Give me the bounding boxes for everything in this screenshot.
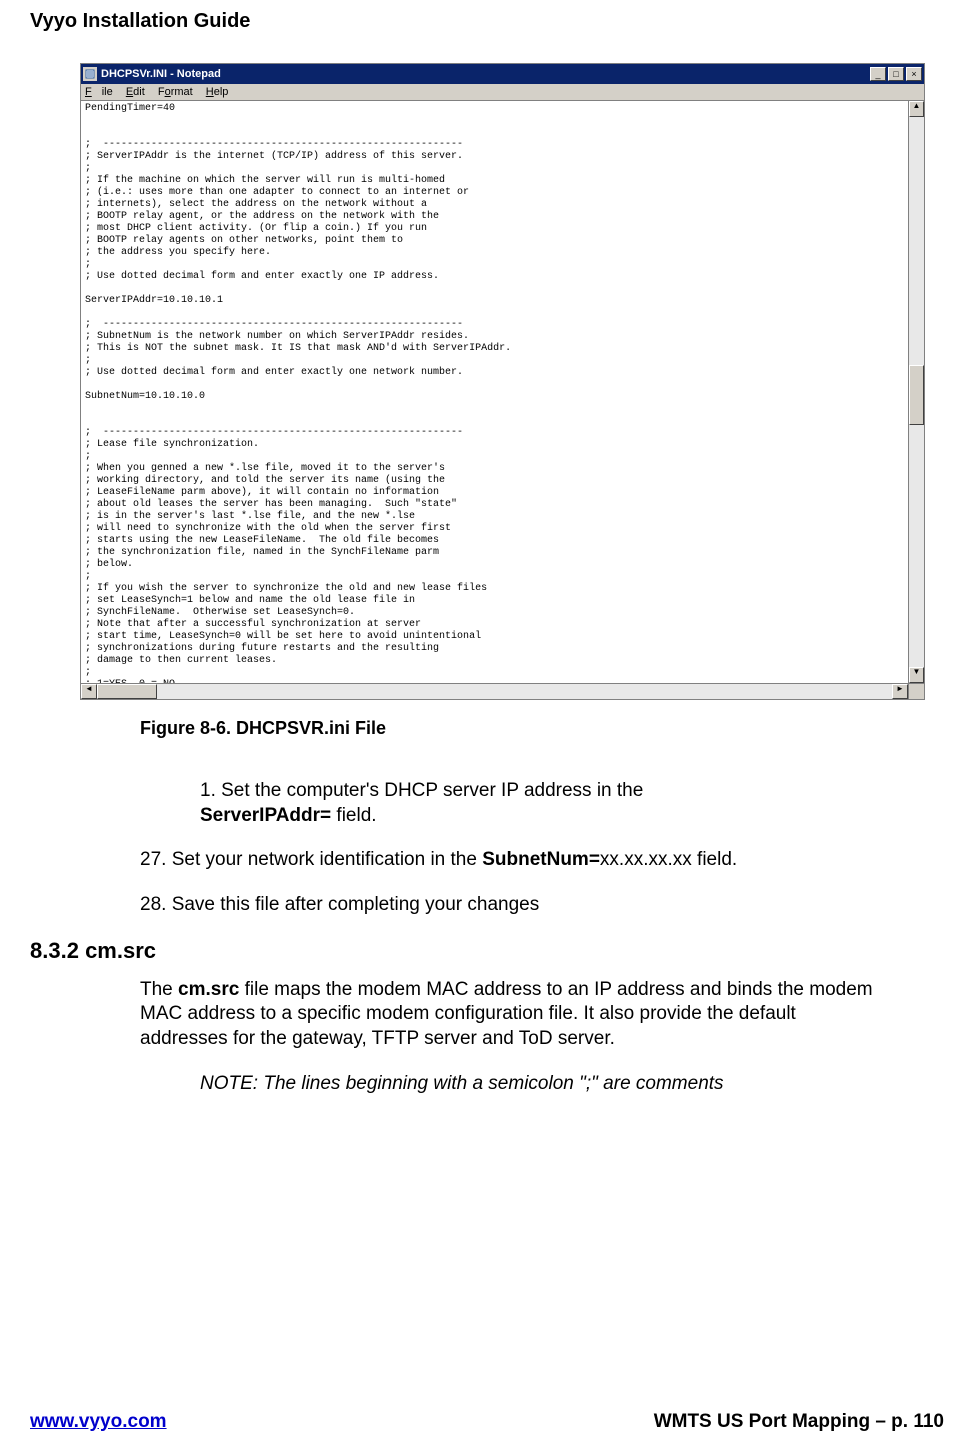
notepad-icon	[83, 67, 97, 81]
step-27-text-c: xx.xx.xx.xx field.	[600, 849, 737, 870]
notepad-window: DHCPSVr.INI - Notepad _ □ × File Edit Fo…	[80, 63, 925, 700]
step-1-number: 1.	[200, 780, 221, 801]
section-title: cm.src	[85, 938, 156, 963]
para-c: file maps the modem MAC address to an IP…	[140, 979, 873, 1049]
close-button[interactable]: ×	[906, 67, 922, 81]
section-number: 8.3.2	[30, 938, 79, 963]
menu-file[interactable]: File	[85, 86, 113, 98]
step-1: 1. Set the computer's DHCP server IP add…	[200, 779, 844, 828]
note-text: NOTE: The lines beginning with a semicol…	[200, 1072, 764, 1097]
step-27-number: 27.	[140, 849, 172, 870]
scroll-v-track[interactable]	[909, 117, 924, 667]
scroll-h-thumb[interactable]	[97, 684, 157, 699]
scroll-down-button[interactable]: ▼	[909, 667, 924, 683]
section-heading: 8.3.2 cm.src	[30, 938, 944, 964]
vertical-scrollbar[interactable]: ▲ ▼	[908, 101, 924, 683]
page-title: Vyyo Installation Guide	[30, 10, 944, 33]
step-28: 28. Save this file after completing your…	[140, 893, 884, 918]
scroll-up-button[interactable]: ▲	[909, 101, 924, 117]
page-footer: www.vyyo.com WMTS US Port Mapping – p. 1…	[30, 1411, 944, 1433]
scrollbar-corner	[908, 683, 924, 699]
scroll-v-thumb[interactable]	[909, 365, 924, 425]
scroll-right-button[interactable]: ►	[892, 684, 908, 699]
minimize-button[interactable]: _	[870, 67, 886, 81]
step-1-text-a: Set the computer's DHCP server IP addres…	[221, 780, 643, 801]
footer-link[interactable]: www.vyyo.com	[30, 1411, 167, 1433]
step-1-bold: ServerIPAddr=	[200, 805, 331, 826]
scroll-h-track[interactable]	[97, 684, 892, 699]
step-1-text-c: field.	[331, 805, 376, 826]
step-27-bold: SubnetNum=	[482, 849, 600, 870]
notepad-title: DHCPSVr.INI - Notepad	[101, 68, 870, 80]
para-bold: cm.src	[178, 979, 239, 1000]
section-para: The cm.src file maps the modem MAC addre…	[140, 978, 884, 1052]
notepad-menubar: File Edit Format Help	[81, 84, 924, 101]
notepad-text-area[interactable]: PendingTimer=40 ; ----------------------…	[81, 101, 908, 683]
para-a: The	[140, 979, 178, 1000]
menu-help[interactable]: Help	[206, 86, 229, 98]
maximize-button[interactable]: □	[888, 67, 904, 81]
step-27: 27. Set your network identification in t…	[140, 848, 884, 873]
horizontal-scrollbar[interactable]: ◄ ►	[81, 683, 908, 699]
notepad-titlebar: DHCPSVr.INI - Notepad _ □ ×	[81, 64, 924, 84]
menu-format[interactable]: Format	[158, 86, 193, 98]
menu-edit[interactable]: Edit	[126, 86, 145, 98]
figure-caption: Figure 8-6. DHCPSVR.ini File	[140, 718, 944, 739]
step-27-text-a: Set your network identification in the	[172, 849, 483, 870]
scroll-left-button[interactable]: ◄	[81, 684, 97, 699]
footer-right: WMTS US Port Mapping – p. 110	[654, 1411, 944, 1433]
